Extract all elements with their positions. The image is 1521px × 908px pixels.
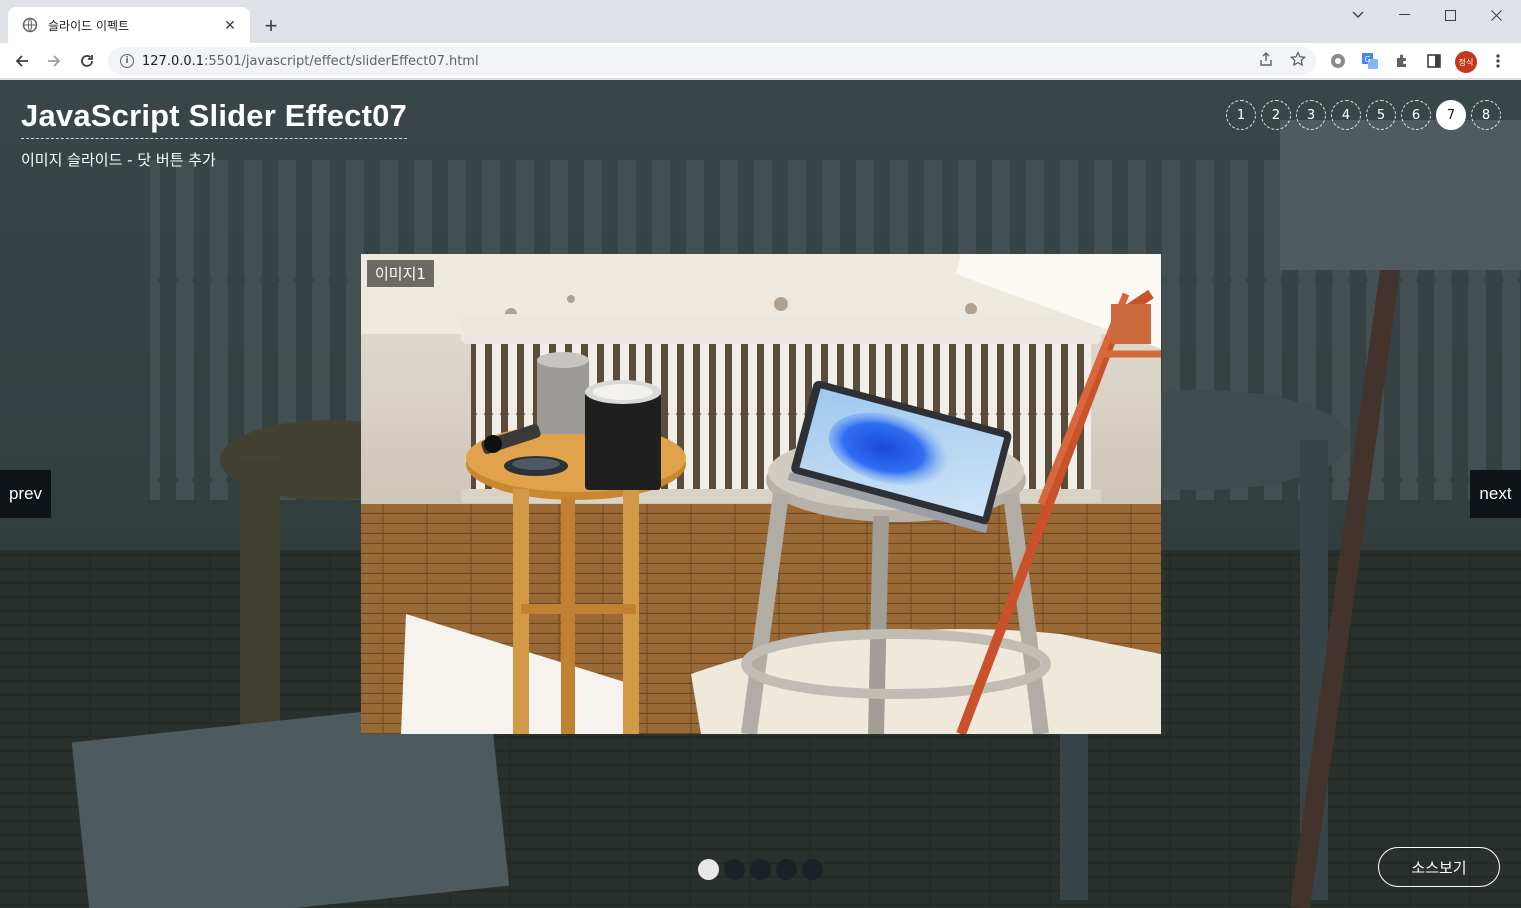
slider-dot-3[interactable] — [750, 859, 771, 880]
forward-arrow-icon[interactable] — [40, 47, 68, 75]
page-viewport: JavaScript Slider Effect07 이미지 슬라이드 - 닷 … — [0, 80, 1521, 908]
profile-avatar[interactable]: 정식 — [1455, 51, 1477, 73]
slider-dot-1[interactable] — [698, 859, 719, 880]
tab-search-icon[interactable] — [1335, 0, 1381, 30]
slide-image: 이미지1 — [361, 254, 1161, 734]
browser-toolbar: i 127.0.0.1:5501/javascript/effect/slide… — [0, 43, 1521, 79]
tab-title: 슬라이드 이펙트 — [48, 18, 130, 33]
share-icon[interactable] — [1256, 49, 1276, 69]
bookmark-star-icon[interactable] — [1288, 49, 1308, 69]
url-path: :5501/javascript/effect/sliderEffect07.h… — [204, 53, 479, 69]
address-bar[interactable]: i 127.0.0.1:5501/javascript/effect/slide… — [108, 47, 1316, 75]
close-window-icon[interactable] — [1473, 0, 1519, 30]
slide-photo — [361, 254, 1161, 734]
minimize-icon[interactable] — [1381, 0, 1427, 30]
close-tab-icon[interactable]: ✕ — [220, 15, 240, 35]
slider-dot-4[interactable] — [776, 859, 797, 880]
svg-text:G: G — [1364, 55, 1370, 64]
browser-tab-bar: 슬라이드 이펙트 ✕ + — [0, 0, 1521, 43]
effect-nav-7[interactable]: 7 — [1436, 100, 1466, 130]
back-arrow-icon[interactable] — [8, 47, 36, 75]
effect-nav-2[interactable]: 2 — [1261, 100, 1291, 130]
effect-nav-5[interactable]: 5 — [1366, 100, 1396, 130]
view-source-button[interactable]: 소스보기 — [1378, 847, 1500, 887]
effect-nav-1[interactable]: 1 — [1226, 100, 1256, 130]
url-text: 127.0.0.1:5501/javascript/effect/sliderE… — [142, 54, 479, 69]
browser-tab[interactable]: 슬라이드 이펙트 ✕ — [8, 7, 250, 43]
menu-kebab-icon[interactable] — [1488, 51, 1508, 71]
effect-number-nav: 12345678 — [1226, 100, 1501, 130]
effect-nav-8[interactable]: 8 — [1471, 100, 1501, 130]
info-icon[interactable]: i — [120, 54, 134, 68]
effect-nav-3[interactable]: 3 — [1296, 100, 1326, 130]
new-tab-button[interactable]: + — [258, 13, 284, 39]
slide-label: 이미지1 — [367, 260, 434, 287]
page-title: JavaScript Slider Effect07 — [21, 98, 407, 139]
slider-dot-2[interactable] — [724, 859, 745, 880]
slider-dot-5[interactable] — [802, 859, 823, 880]
next-button[interactable]: next — [1470, 470, 1521, 518]
url-host: 127.0.0.1 — [142, 53, 205, 69]
effect-nav-4[interactable]: 4 — [1331, 100, 1361, 130]
translate-icon[interactable]: G — [1360, 51, 1380, 71]
prev-button[interactable]: prev — [0, 470, 51, 518]
page-subtitle: 이미지 슬라이드 - 닷 버튼 추가 — [21, 151, 216, 169]
side-panel-icon[interactable] — [1424, 51, 1444, 71]
effect-nav-6[interactable]: 6 — [1401, 100, 1431, 130]
dot-pagination — [698, 859, 823, 880]
globe-icon — [22, 17, 38, 33]
extension-settings-icon[interactable] — [1328, 51, 1348, 71]
maximize-icon[interactable] — [1427, 0, 1473, 30]
extensions-puzzle-icon[interactable] — [1392, 51, 1412, 71]
reload-icon[interactable] — [73, 47, 101, 75]
